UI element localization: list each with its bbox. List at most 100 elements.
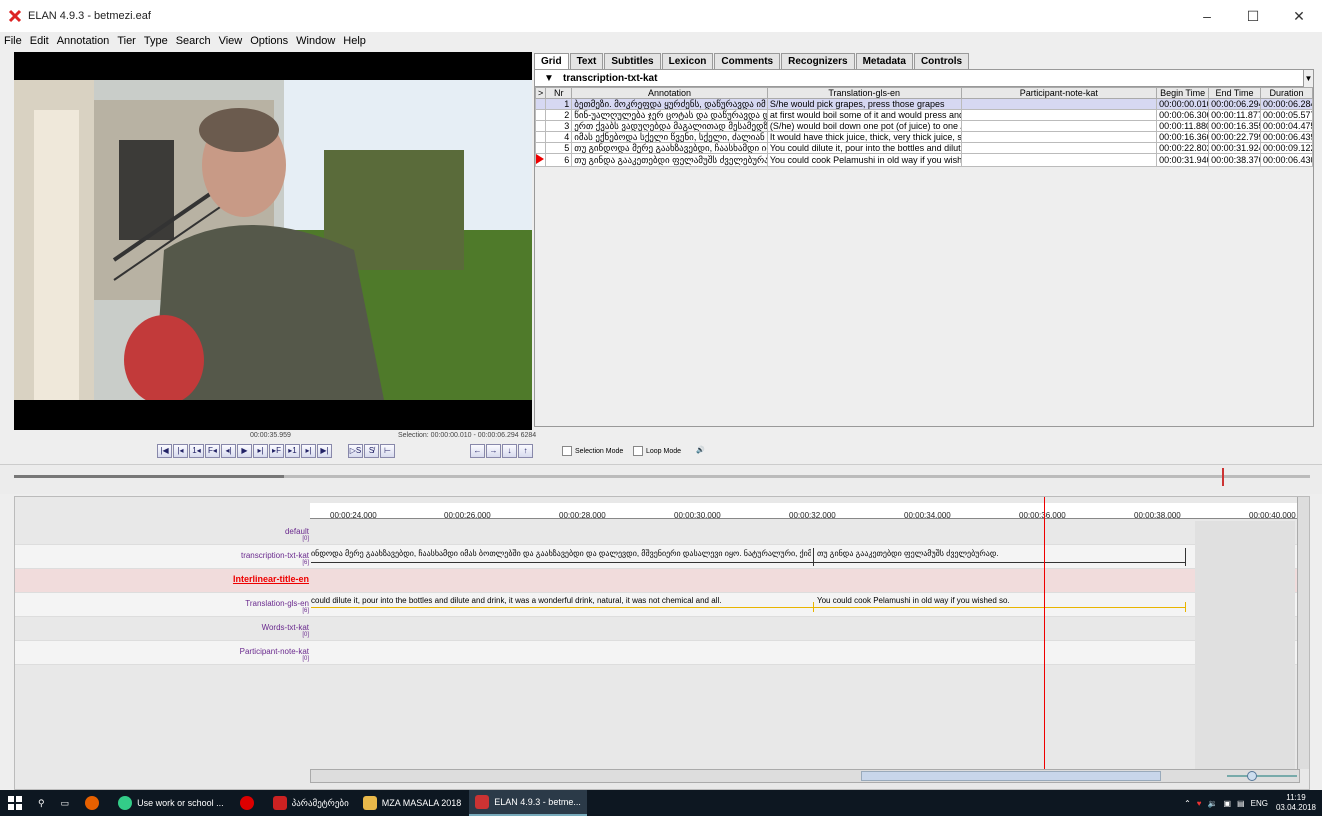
table-row[interactable]: 1 ბეთმეზი. მოკრეფდა ყურძენს, დაწურავდა ი…	[534, 98, 1314, 110]
notification-icon[interactable]: ▤	[1237, 799, 1245, 808]
table-row[interactable]: 3 ერთ ქვაბს ვადუღებდა მაგალითად მესამედზ…	[534, 120, 1314, 132]
taskbar-app-settings[interactable]: პარამეტრები	[267, 790, 355, 816]
selection-boundary-button[interactable]: ⊢	[380, 444, 395, 458]
previous-pixel-icon[interactable]: F◂	[205, 444, 220, 458]
col-translation[interactable]: Translation-gls-en	[766, 87, 962, 99]
play-icon[interactable]: ▶	[237, 444, 252, 458]
checkbox-box[interactable]	[633, 446, 643, 456]
table-row[interactable]: 6 თუ გინდა გააკეთებდი ფელამუშს ძველებურა…	[534, 153, 1314, 167]
table-row[interactable]: 4 იმას ექნებოდა სქელი წვენი, სქელი, ძალი…	[534, 131, 1314, 143]
zoom-slider-handle[interactable]	[1247, 771, 1257, 781]
minimize-button[interactable]: –	[1184, 0, 1230, 32]
go-to-begin-icon[interactable]: |◀	[157, 444, 172, 458]
cell-note[interactable]	[960, 131, 1158, 143]
maximize-button[interactable]: ☐	[1230, 0, 1276, 32]
cell-note[interactable]	[960, 98, 1158, 110]
cell-translation[interactable]: at first would boil some of it and would…	[766, 109, 962, 121]
tab-lexicon[interactable]: Lexicon	[661, 53, 714, 69]
arrow-right-icon[interactable]: →	[486, 444, 501, 458]
menu-window[interactable]: Window	[296, 35, 335, 47]
language-indicator[interactable]: ENG	[1251, 799, 1268, 808]
cell-annotation[interactable]: თუ გინდოდა მერე გაახზავებდი, ჩაასხამდი ი…	[571, 142, 768, 154]
taskbar-app-folder[interactable]: MZA MASALA 2018	[357, 790, 468, 816]
next-second-icon[interactable]: ▸1	[285, 444, 300, 458]
selection-mode-checkbox[interactable]: Selection Mode	[562, 446, 623, 456]
next-pixel-icon[interactable]: ▸|	[253, 444, 268, 458]
zoom-slider[interactable]	[1227, 771, 1297, 781]
tier-row-default[interactable]: default [0]	[15, 521, 1309, 545]
tab-recognizers[interactable]: Recognizers	[781, 53, 855, 69]
cell-translation[interactable]: You could cook Pelamushi in old way if y…	[766, 153, 962, 167]
taskbar-app-chrome[interactable]: Use work or school ...	[112, 790, 230, 816]
menu-file[interactable]: File	[4, 35, 22, 47]
previous-frame-icon[interactable]: 1◂	[189, 444, 204, 458]
chevron-down-icon[interactable]: ▼	[1303, 70, 1313, 87]
col-end-time[interactable]: End Time	[1208, 87, 1261, 99]
menu-annotation[interactable]: Annotation	[57, 35, 110, 47]
cell-annotation[interactable]: იმას ექნებოდა სქელი წვენი, სქელი, ძალიან…	[571, 131, 768, 143]
overview-thumb[interactable]	[14, 475, 284, 478]
loop-mode-checkbox[interactable]: Loop Mode	[633, 446, 681, 456]
cell-annotation[interactable]: ერთ ქვაბს ვადუღებდა მაგალითად მესამედზე.…	[571, 120, 768, 132]
tab-grid[interactable]: Grid	[534, 53, 569, 69]
chevron-up-icon[interactable]: ⌃	[1184, 799, 1191, 808]
cell-note[interactable]	[960, 120, 1158, 132]
col-begin-time[interactable]: Begin Time	[1156, 87, 1210, 99]
clear-selection-button[interactable]: S̸	[364, 444, 379, 458]
col-duration[interactable]: Duration	[1259, 87, 1314, 99]
annotation-translation-5[interactable]: could dilute it, pour into the bottles a…	[311, 596, 721, 605]
menu-type[interactable]: Type	[144, 35, 168, 47]
cell-annotation[interactable]: წინ-უალღულება ჯერ ცოტას და დაწურავდა და …	[571, 109, 768, 121]
menu-edit[interactable]: Edit	[30, 35, 49, 47]
menu-options[interactable]: Options	[250, 35, 288, 47]
col-nr[interactable]: Nr	[545, 87, 573, 99]
cell-translation[interactable]: You could dilute it, pour into the bottl…	[766, 142, 962, 154]
col-participant-note[interactable]: Participant-note-kat	[960, 87, 1158, 99]
menu-tier[interactable]: Tier	[117, 35, 136, 47]
volume-icon[interactable]: 🔊	[696, 446, 705, 454]
tab-subtitles[interactable]: Subtitles	[604, 53, 661, 69]
tier-row-interlinear[interactable]: Interlinear-title-en	[15, 569, 1309, 593]
previous-second-icon[interactable]: |◂	[173, 444, 188, 458]
tier-label-default[interactable]: default [0]	[21, 527, 311, 542]
cell-translation[interactable]: It would have thick juice, thick, very t…	[766, 131, 962, 143]
play-selection-button[interactable]: ▷S	[348, 444, 363, 458]
tier-selector[interactable]: ▼ transcription-txt-kat ▼	[535, 70, 1313, 87]
search-icon[interactable]: ⚲	[30, 790, 53, 816]
tier-row-words[interactable]: Words-txt-kat [0]	[15, 617, 1309, 641]
scrollbar-thumb[interactable]	[861, 771, 1161, 781]
tier-label-transcription[interactable]: transcription-txt-kat [6]	[21, 551, 311, 566]
tier-row-participant-note[interactable]: Participant-note-kat [0]	[15, 641, 1309, 665]
tab-text[interactable]: Text	[569, 53, 604, 69]
clock[interactable]: 11:19 03.04.2018	[1276, 793, 1316, 813]
tier-row-translation[interactable]: Translation-gls-en [6] could dilute it, p…	[15, 593, 1309, 617]
close-button[interactable]: ✕	[1276, 0, 1322, 32]
menu-search[interactable]: Search	[176, 35, 211, 47]
annotation-transcription-5[interactable]: ინდოდა მერე გაახზავებდი, ჩაასხამდი იმას …	[311, 549, 811, 558]
cell-note[interactable]	[960, 109, 1158, 121]
network-icon[interactable]: ▣	[1223, 799, 1231, 808]
start-button[interactable]	[0, 790, 30, 816]
speaker-icon[interactable]: 🔉	[1208, 799, 1218, 808]
col-annotation[interactable]: Annotation	[571, 87, 768, 99]
tab-controls[interactable]: Controls	[913, 53, 970, 69]
cell-note[interactable]	[960, 153, 1158, 167]
next-icon[interactable]: ▸|	[301, 444, 316, 458]
table-row[interactable]: 5 თუ გინდოდა მერე გაახზავებდი, ჩაასხამდი…	[534, 142, 1314, 154]
time-ruler[interactable]: 00:00:24.000 00:00:26.000 00:00:28.000 0…	[310, 503, 1309, 520]
task-view-icon[interactable]: ▭	[53, 790, 78, 816]
cell-translation[interactable]: S/he would pick grapes, press those grap…	[766, 98, 962, 110]
checkbox-box[interactable]	[562, 446, 572, 456]
tier-row-transcription[interactable]: transcription-txt-kat [6] ინდოდა მერე გაა…	[15, 545, 1309, 569]
next-frame-icon[interactable]: ▸F	[269, 444, 284, 458]
arrow-down-icon[interactable]: ↓	[502, 444, 517, 458]
tier-label-words[interactable]: Words-txt-kat [0]	[21, 623, 311, 638]
opera-icon[interactable]	[232, 790, 267, 816]
annotation-translation-6[interactable]: You could cook Pelamushi in old way if y…	[817, 596, 1010, 605]
antivirus-icon[interactable]: ♥	[1197, 799, 1202, 808]
tier-label-participant-note[interactable]: Participant-note-kat [0]	[21, 647, 311, 662]
table-row[interactable]: 2 წინ-უალღულება ჯერ ცოტას და დაწურავდა დ…	[534, 109, 1314, 121]
timeline-vertical-scrollbar[interactable]	[1297, 497, 1309, 769]
cell-note[interactable]	[960, 142, 1158, 154]
tab-metadata[interactable]: Metadata	[855, 53, 913, 69]
